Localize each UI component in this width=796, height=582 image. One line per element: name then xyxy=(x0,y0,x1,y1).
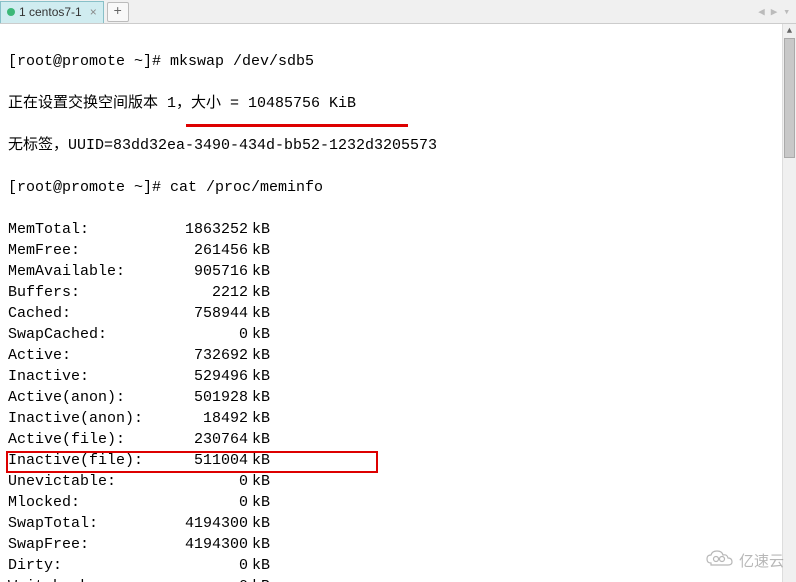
meminfo-label: SwapFree: xyxy=(8,534,168,555)
meminfo-value: 0 xyxy=(168,555,248,576)
meminfo-label: Dirty: xyxy=(8,555,168,576)
meminfo-row: MemAvailable:905716kB xyxy=(8,261,788,282)
terminal-line: 无标签，UUID=83dd32ea-3490-434d-bb52-1232d32… xyxy=(8,135,788,156)
meminfo-row: Mlocked:0kB xyxy=(8,492,788,513)
meminfo-row: Writeback:0kB xyxy=(8,576,788,582)
terminal-output[interactable]: [root@promote ~]# mkswap /dev/sdb5 正在设置交… xyxy=(0,24,796,582)
meminfo-row: SwapTotal:4194300kB xyxy=(8,513,788,534)
terminal-line: [root@promote ~]# cat /proc/meminfo xyxy=(8,177,788,198)
meminfo-label: Writeback: xyxy=(8,576,168,582)
terminal-line: [root@promote ~]# mkswap /dev/sdb5 xyxy=(8,51,788,72)
meminfo-row: Cached:758944kB xyxy=(8,303,788,324)
meminfo-label: Unevictable: xyxy=(8,471,168,492)
meminfo-value: 905716 xyxy=(168,261,248,282)
meminfo-unit: kB xyxy=(248,450,270,471)
meminfo-row: Inactive(file):511004kB xyxy=(8,450,788,471)
tab-label: 1 centos7-1 xyxy=(19,5,82,19)
meminfo-row: Active:732692kB xyxy=(8,345,788,366)
meminfo-value: 0 xyxy=(168,492,248,513)
meminfo-unit: kB xyxy=(248,345,270,366)
meminfo-label: Inactive(file): xyxy=(8,450,168,471)
meminfo-label: Active(anon): xyxy=(8,387,168,408)
status-dot-icon xyxy=(7,8,15,16)
meminfo-unit: kB xyxy=(248,534,270,555)
tab-menu-icon[interactable]: ▾ xyxy=(781,5,792,19)
meminfo-unit: kB xyxy=(248,429,270,450)
meminfo-unit: kB xyxy=(248,555,270,576)
annotation-underline xyxy=(186,124,408,127)
meminfo-label: MemAvailable: xyxy=(8,261,168,282)
terminal-line: 正在设置交换空间版本 1，大小 = 10485756 KiB xyxy=(8,93,788,114)
meminfo-unit: kB xyxy=(248,282,270,303)
shell-prompt: [root@promote ~]# xyxy=(8,179,170,196)
meminfo-value: 4194300 xyxy=(168,534,248,555)
meminfo-row: MemFree:261456kB xyxy=(8,240,788,261)
meminfo-unit: kB xyxy=(248,324,270,345)
close-icon[interactable]: × xyxy=(90,5,97,19)
tab-prev-icon[interactable]: ◀ xyxy=(756,5,767,19)
watermark: 亿速云 xyxy=(705,549,784,572)
watermark-text: 亿速云 xyxy=(739,550,784,571)
meminfo-unit: kB xyxy=(248,492,270,513)
meminfo-value: 1863252 xyxy=(168,219,248,240)
meminfo-row: Active(anon):501928kB xyxy=(8,387,788,408)
meminfo-row: Unevictable:0kB xyxy=(8,471,788,492)
meminfo-value: 0 xyxy=(168,576,248,582)
meminfo-label: MemTotal: xyxy=(8,219,168,240)
shell-prompt: [root@promote ~]# xyxy=(8,53,170,70)
meminfo-unit: kB xyxy=(248,576,270,582)
meminfo-label: Active(file): xyxy=(8,429,168,450)
meminfo-label: Buffers: xyxy=(8,282,168,303)
meminfo-label: SwapTotal: xyxy=(8,513,168,534)
meminfo-row: MemTotal:1863252kB xyxy=(8,219,788,240)
meminfo-label: MemFree: xyxy=(8,240,168,261)
meminfo-unit: kB xyxy=(248,261,270,282)
vertical-scrollbar[interactable]: ▲ xyxy=(782,24,796,582)
meminfo-unit: kB xyxy=(248,471,270,492)
meminfo-value: 732692 xyxy=(168,345,248,366)
scroll-up-icon[interactable]: ▲ xyxy=(783,24,796,38)
meminfo-value: 511004 xyxy=(168,450,248,471)
tab-active[interactable]: 1 centos7-1 × xyxy=(0,1,104,23)
meminfo-unit: kB xyxy=(248,219,270,240)
meminfo-value: 0 xyxy=(168,324,248,345)
meminfo-value: 261456 xyxy=(168,240,248,261)
meminfo-value: 0 xyxy=(168,471,248,492)
meminfo-output: MemTotal:1863252kBMemFree:261456kBMemAva… xyxy=(8,219,788,582)
meminfo-label: SwapCached: xyxy=(8,324,168,345)
scroll-thumb[interactable] xyxy=(784,38,795,158)
meminfo-label: Cached: xyxy=(8,303,168,324)
tab-next-icon[interactable]: ▶ xyxy=(769,5,780,19)
meminfo-value: 758944 xyxy=(168,303,248,324)
meminfo-row: Inactive:529496kB xyxy=(8,366,788,387)
meminfo-value: 501928 xyxy=(168,387,248,408)
meminfo-label: Active: xyxy=(8,345,168,366)
shell-command: mkswap /dev/sdb5 xyxy=(170,53,314,70)
meminfo-unit: kB xyxy=(248,303,270,324)
meminfo-value: 529496 xyxy=(168,366,248,387)
meminfo-row: Dirty:0kB xyxy=(8,555,788,576)
meminfo-row: SwapFree:4194300kB xyxy=(8,534,788,555)
meminfo-value: 230764 xyxy=(168,429,248,450)
meminfo-label: Inactive: xyxy=(8,366,168,387)
meminfo-unit: kB xyxy=(248,408,270,429)
meminfo-label: Inactive(anon): xyxy=(8,408,168,429)
add-tab-button[interactable]: + xyxy=(107,2,129,22)
meminfo-unit: kB xyxy=(248,513,270,534)
meminfo-value: 2212 xyxy=(168,282,248,303)
cloud-icon xyxy=(705,549,733,572)
meminfo-value: 18492 xyxy=(168,408,248,429)
shell-command: cat /proc/meminfo xyxy=(170,179,323,196)
meminfo-unit: kB xyxy=(248,240,270,261)
meminfo-row: Buffers:2212kB xyxy=(8,282,788,303)
meminfo-row: SwapCached:0kB xyxy=(8,324,788,345)
meminfo-row: Active(file):230764kB xyxy=(8,429,788,450)
meminfo-unit: kB xyxy=(248,366,270,387)
meminfo-row: Inactive(anon):18492kB xyxy=(8,408,788,429)
tab-bar: 1 centos7-1 × + ◀ ▶ ▾ xyxy=(0,0,796,24)
meminfo-value: 4194300 xyxy=(168,513,248,534)
meminfo-label: Mlocked: xyxy=(8,492,168,513)
meminfo-unit: kB xyxy=(248,387,270,408)
tab-nav: ◀ ▶ ▾ xyxy=(756,5,792,19)
